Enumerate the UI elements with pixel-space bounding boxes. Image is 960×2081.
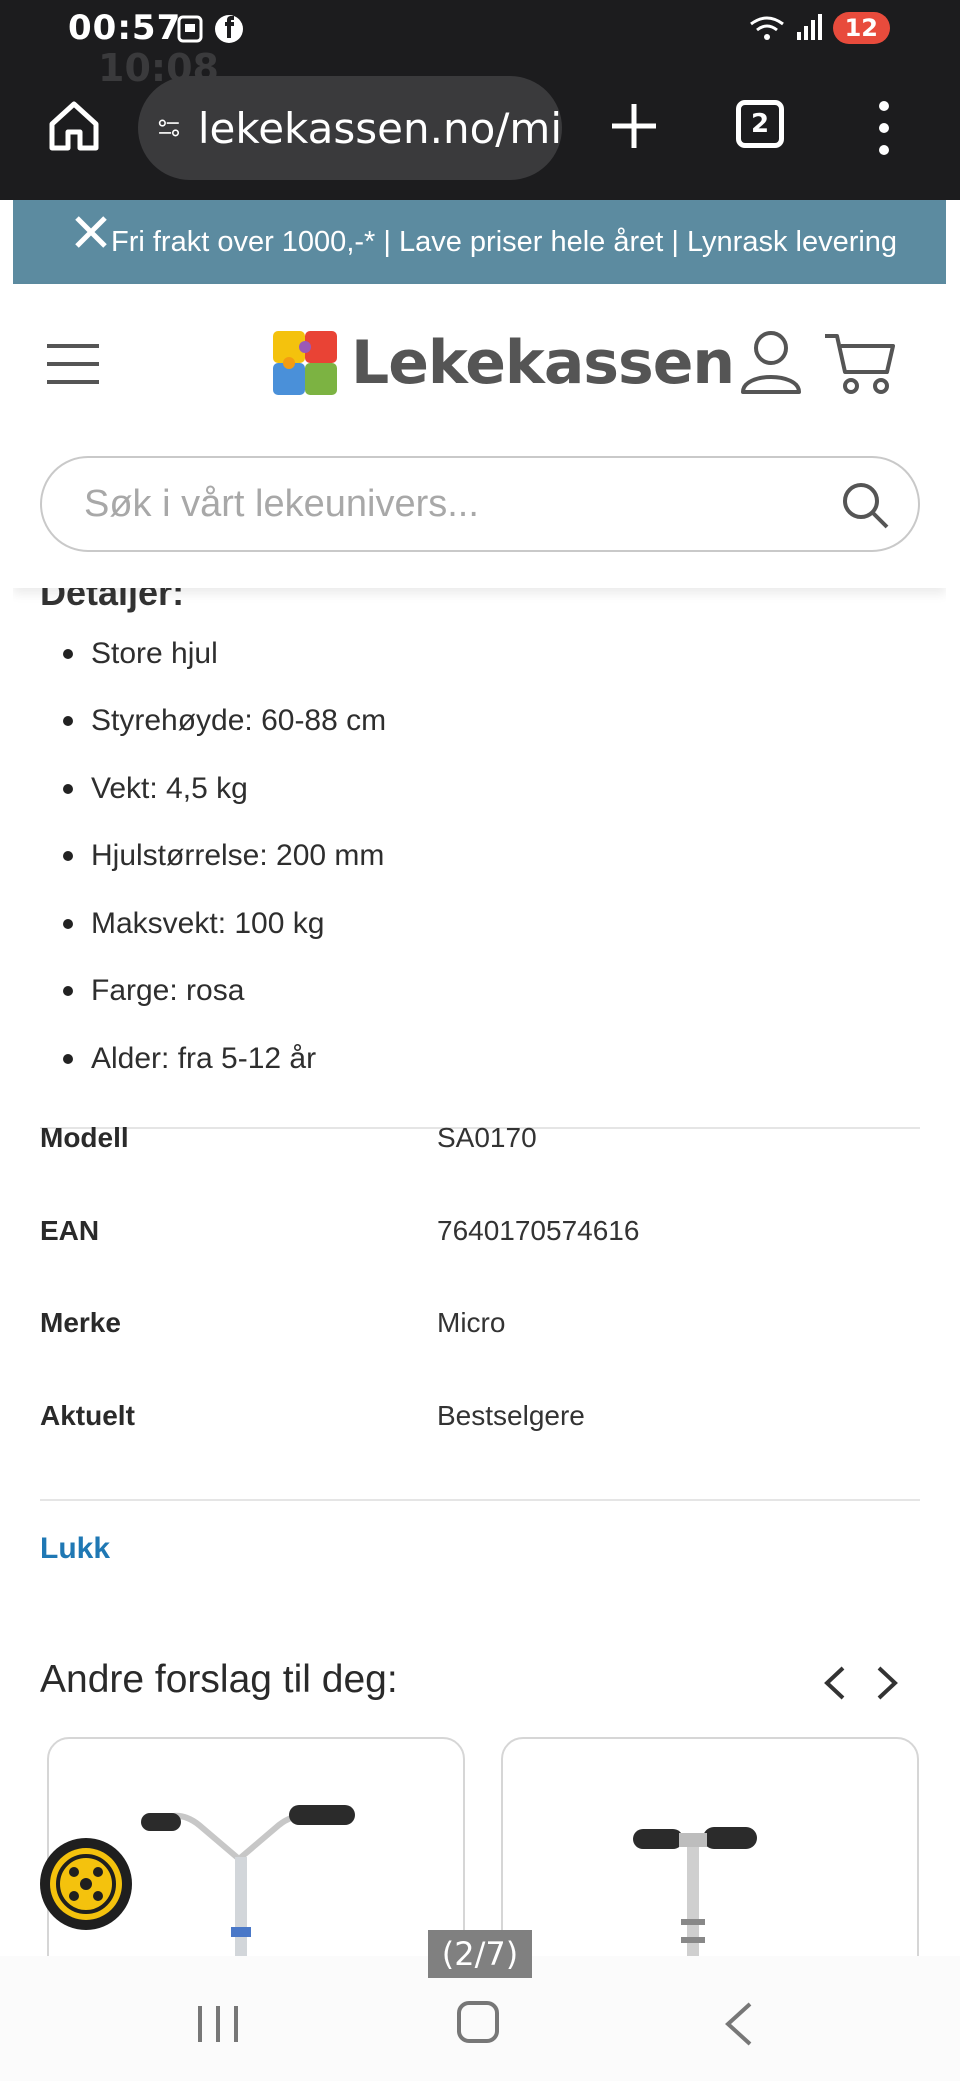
image-counter: (2/7) <box>428 1930 532 1978</box>
accessibility-button[interactable] <box>40 1838 132 1930</box>
accessibility-icon <box>50 1848 122 1920</box>
spec-value: 7640170574616 <box>437 1214 640 1246</box>
spec-label: Merke <box>40 1307 121 1339</box>
close-details-link[interactable]: Lukk <box>40 1532 110 1566</box>
logo-text: Lekekassen <box>351 328 735 398</box>
scooter-image <box>141 1805 355 1956</box>
spec-label: EAN <box>40 1214 100 1246</box>
list-item: Alder: fra 5-12 år <box>63 1025 386 1093</box>
promo-banner: Fri frakt over 1000,-* | Lave priser hel… <box>13 200 946 284</box>
table-row: Merke Micro <box>40 1277 920 1370</box>
status-bar: 10:08 00:57 12 lekekassen.no/mi 2 <box>0 0 960 200</box>
puzzle-logo-icon <box>273 331 337 395</box>
address-bar[interactable]: lekekassen.no/mi <box>138 76 562 180</box>
web-page: Fri frakt over 1000,-* | Lave priser hel… <box>13 200 946 1956</box>
browser-toolbar: lekekassen.no/mi 2 <box>0 76 960 180</box>
facebook-icon <box>215 15 243 43</box>
chevron-right-icon[interactable] <box>873 1664 901 1702</box>
scooter-image <box>633 1827 757 1956</box>
spec-value: SA0170 <box>437 1122 537 1154</box>
user-account-icon[interactable] <box>739 328 803 396</box>
back-icon[interactable] <box>722 2000 756 2048</box>
list-item: Store hjul <box>63 620 386 688</box>
specs-table: Modell SA0170 EAN 7640170574616 Merke Mi… <box>40 1092 920 1462</box>
details-list: Store hjul Styrehøyde: 60-88 cm Vekt: 4,… <box>63 620 386 1093</box>
spec-value: Micro <box>437 1307 506 1339</box>
search-icon[interactable] <box>840 480 890 530</box>
notification-icons <box>176 14 244 44</box>
url-text: lekekassen.no/mi <box>197 103 562 153</box>
home-nav-icon[interactable] <box>456 2000 500 2044</box>
chevron-left-icon[interactable] <box>821 1664 849 1702</box>
signal-icon <box>796 14 822 40</box>
table-row: EAN 7640170574616 <box>40 1185 920 1278</box>
suggestions-heading: Andre forslag til deg: <box>40 1658 398 1701</box>
more-menu-icon[interactable] <box>874 98 894 158</box>
table-row: Modell SA0170 <box>40 1092 920 1185</box>
spec-label: Aktuelt <box>40 1399 135 1431</box>
table-row: Aktuelt Bestselgere <box>40 1370 920 1463</box>
spec-label: Modell <box>40 1122 129 1154</box>
close-icon[interactable] <box>69 210 113 254</box>
list-item: Farge: rosa <box>63 958 386 1026</box>
battery-indicator: 12 <box>832 12 890 44</box>
tab-switcher-button[interactable]: 2 <box>736 100 784 148</box>
search-bar <box>40 456 920 552</box>
list-item: Maksvekt: 100 kg <box>63 890 386 958</box>
spec-value: Bestselgere <box>437 1399 585 1431</box>
search-input[interactable] <box>84 482 824 526</box>
screenshot-icon <box>177 15 203 43</box>
site-settings-icon[interactable] <box>158 110 180 146</box>
clock: 00:57 <box>68 8 182 48</box>
promo-text: Fri frakt over 1000,-* | Lave priser hel… <box>111 225 898 258</box>
new-tab-icon[interactable] <box>606 98 662 154</box>
recent-apps-icon[interactable] <box>196 2004 240 2044</box>
product-card[interactable] <box>501 1737 919 1956</box>
shopping-cart-icon[interactable] <box>823 330 897 396</box>
system-icons: 12 <box>749 12 890 44</box>
divider <box>40 1499 920 1501</box>
site-header: Lekekassen <box>13 284 946 588</box>
hamburger-menu-icon[interactable] <box>45 340 101 388</box>
site-logo[interactable]: Lekekassen <box>271 328 735 398</box>
list-item: Hjulstørrelse: 200 mm <box>63 823 386 891</box>
list-item: Vekt: 4,5 kg <box>63 755 386 823</box>
home-icon[interactable] <box>46 98 102 154</box>
list-item: Styrehøyde: 60-88 cm <box>63 688 386 756</box>
wifi-icon <box>749 16 784 40</box>
